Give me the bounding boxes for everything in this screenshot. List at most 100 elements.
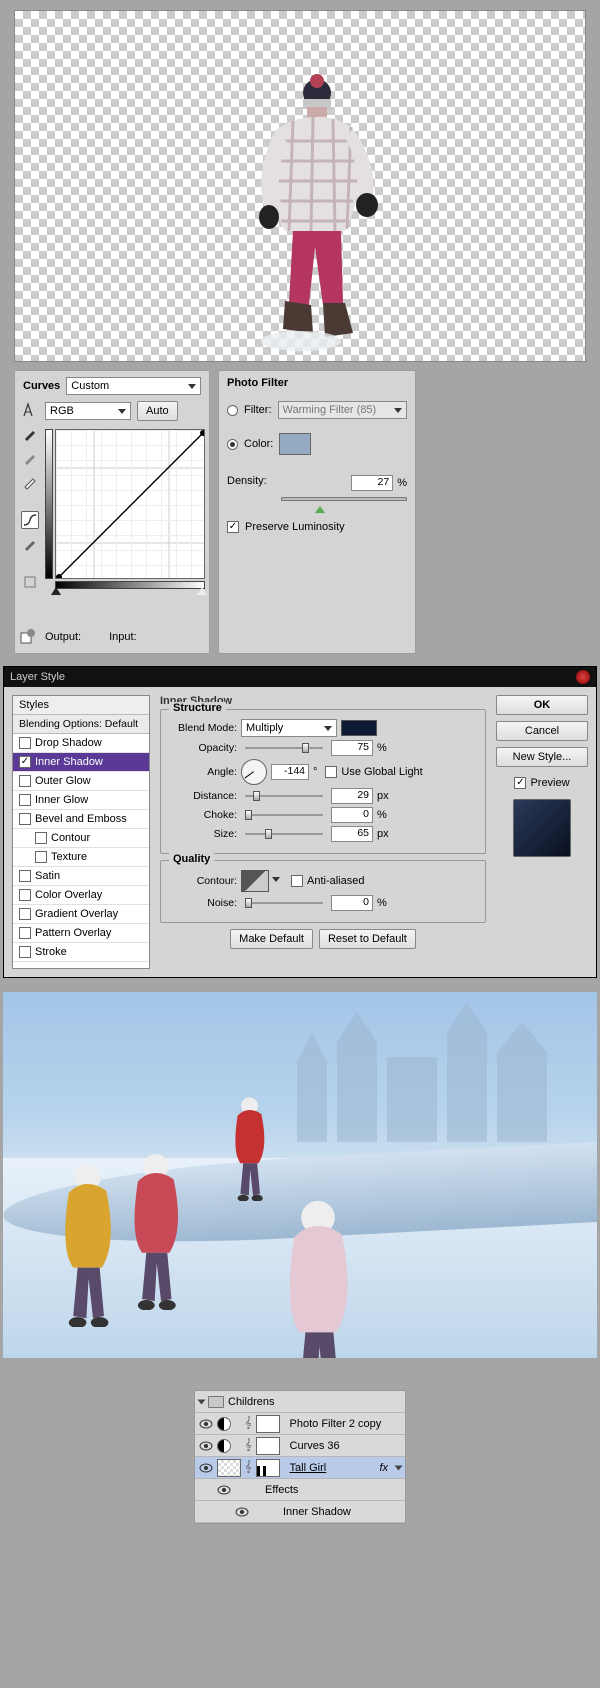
style-item-inner-glow[interactable]: Inner Glow <box>13 791 149 810</box>
black-eyedropper-icon[interactable] <box>21 425 39 443</box>
mask-thumbnail[interactable] <box>256 1415 280 1433</box>
antialiased-checkbox[interactable] <box>291 875 303 887</box>
angle-dial[interactable] <box>241 759 267 785</box>
blending-options-header[interactable]: Blending Options: Default <box>13 715 149 734</box>
style-item-texture[interactable]: Texture <box>13 848 149 867</box>
style-item-bevel-and-emboss[interactable]: Bevel and Emboss <box>13 810 149 829</box>
distance-slider[interactable] <box>245 795 323 797</box>
clip-toggle-icon[interactable] <box>19 627 37 645</box>
visibility-eye-icon[interactable] <box>199 1441 213 1451</box>
channel-dropdown[interactable]: RGB <box>45 402 131 420</box>
effects-label: Effects <box>265 1484 298 1496</box>
image-layer-row[interactable]: 𝄞Tall Girlfx <box>195 1457 405 1479</box>
auto-button[interactable]: Auto <box>137 401 178 421</box>
style-checkbox[interactable] <box>19 775 31 787</box>
curve-edit-icon[interactable] <box>21 511 39 529</box>
white-point-slider[interactable] <box>197 587 207 595</box>
global-light-checkbox[interactable] <box>325 766 337 778</box>
style-item-contour[interactable]: Contour <box>13 829 149 848</box>
style-checkbox[interactable] <box>19 908 31 920</box>
style-checkbox[interactable] <box>19 870 31 882</box>
reset-default-button[interactable]: Reset to Default <box>319 929 416 949</box>
filter-radio[interactable] <box>227 405 238 416</box>
density-slider[interactable] <box>281 497 407 501</box>
fx-badge[interactable]: fx <box>379 1462 388 1474</box>
style-checkbox[interactable] <box>19 794 31 806</box>
black-point-slider[interactable] <box>51 587 61 595</box>
style-checkbox[interactable] <box>19 737 31 749</box>
style-item-label: Outer Glow <box>35 775 91 787</box>
curves-mask-thumbnail[interactable] <box>256 1459 280 1477</box>
contour-picker[interactable] <box>241 870 269 892</box>
opacity-slider[interactable] <box>245 747 323 749</box>
shadow-color-swatch[interactable] <box>341 720 377 736</box>
blend-mode-dropdown[interactable]: Multiply <box>241 719 337 737</box>
gray-eyedropper-icon[interactable] <box>21 449 39 467</box>
effects-header-row[interactable]: Effects <box>195 1479 405 1501</box>
ok-button[interactable]: OK <box>496 695 588 715</box>
curve-grid[interactable] <box>55 429 205 579</box>
style-item-inner-shadow[interactable]: Inner Shadow <box>13 753 149 772</box>
white-eyedropper-icon[interactable] <box>21 473 39 491</box>
style-item-drop-shadow[interactable]: Drop Shadow <box>13 734 149 753</box>
style-item-color-overlay[interactable]: Color Overlay <box>13 886 149 905</box>
angle-input[interactable]: -144 <box>271 764 309 780</box>
style-item-stroke[interactable]: Stroke <box>13 943 149 962</box>
style-checkbox[interactable] <box>19 756 31 768</box>
visibility-eye-icon[interactable] <box>199 1463 213 1473</box>
opacity-input[interactable]: 75 <box>331 740 373 756</box>
visibility-eye-icon[interactable] <box>235 1507 249 1517</box>
disclosure-triangle-icon[interactable] <box>198 1399 206 1404</box>
on-image-tool-icon[interactable] <box>21 401 39 419</box>
preview-swatch <box>513 799 571 857</box>
cancel-button[interactable]: Cancel <box>496 721 588 741</box>
visibility-eye-icon[interactable] <box>199 1419 213 1429</box>
style-item-satin[interactable]: Satin <box>13 867 149 886</box>
size-unit: px <box>377 828 389 840</box>
adjustment-layer-row[interactable]: 𝄞Photo Filter 2 copy <box>195 1413 405 1435</box>
adjustment-layer-row[interactable]: 𝄞Curves 36 <box>195 1435 405 1457</box>
composite-result-image <box>3 992 597 1358</box>
choke-input[interactable]: 0 <box>331 807 373 823</box>
color-radio[interactable] <box>227 439 238 450</box>
preview-checkbox[interactable] <box>514 777 526 789</box>
smooth-icon[interactable] <box>21 573 39 591</box>
distance-input[interactable]: 29 <box>331 788 373 804</box>
curves-preset-dropdown[interactable]: Custom <box>66 377 201 395</box>
chevron-down-icon <box>118 409 126 414</box>
close-icon[interactable] <box>576 670 590 684</box>
styles-header[interactable]: Styles <box>13 696 149 715</box>
style-checkbox[interactable] <box>35 832 47 844</box>
pencil-icon[interactable] <box>21 535 39 553</box>
mask-thumbnail[interactable] <box>256 1437 280 1455</box>
document-canvas[interactable] <box>15 11 585 361</box>
style-checkbox[interactable] <box>19 889 31 901</box>
noise-slider[interactable] <box>245 902 323 904</box>
effect-item-row[interactable]: Inner Shadow <box>195 1501 405 1523</box>
layer-label: Tall Girl <box>290 1462 327 1474</box>
size-input[interactable]: 65 <box>331 826 373 842</box>
layer-group-row[interactable]: Childrens <box>195 1391 405 1413</box>
size-slider[interactable] <box>245 833 323 835</box>
density-input[interactable]: 27 <box>351 475 393 491</box>
noise-input[interactable]: 0 <box>331 895 373 911</box>
style-item-pattern-overlay[interactable]: Pattern Overlay <box>13 924 149 943</box>
style-checkbox[interactable] <box>19 946 31 958</box>
fx-disclosure-icon[interactable] <box>395 1465 403 1470</box>
dialog-titlebar[interactable]: Layer Style <box>4 667 596 687</box>
slider-thumb-icon[interactable] <box>315 506 325 513</box>
preserve-luminosity-checkbox[interactable] <box>227 521 239 533</box>
new-style-button[interactable]: New Style... <box>496 747 588 767</box>
composite-child <box>269 1198 367 1358</box>
style-checkbox[interactable] <box>19 927 31 939</box>
choke-slider[interactable] <box>245 814 323 816</box>
make-default-button[interactable]: Make Default <box>230 929 313 949</box>
visibility-eye-icon[interactable] <box>217 1485 231 1495</box>
style-item-outer-glow[interactable]: Outer Glow <box>13 772 149 791</box>
style-checkbox[interactable] <box>19 813 31 825</box>
layer-thumbnail[interactable] <box>217 1459 241 1477</box>
cutout-child-figure <box>245 71 385 351</box>
style-item-gradient-overlay[interactable]: Gradient Overlay <box>13 905 149 924</box>
style-checkbox[interactable] <box>35 851 47 863</box>
color-swatch[interactable] <box>279 433 311 455</box>
